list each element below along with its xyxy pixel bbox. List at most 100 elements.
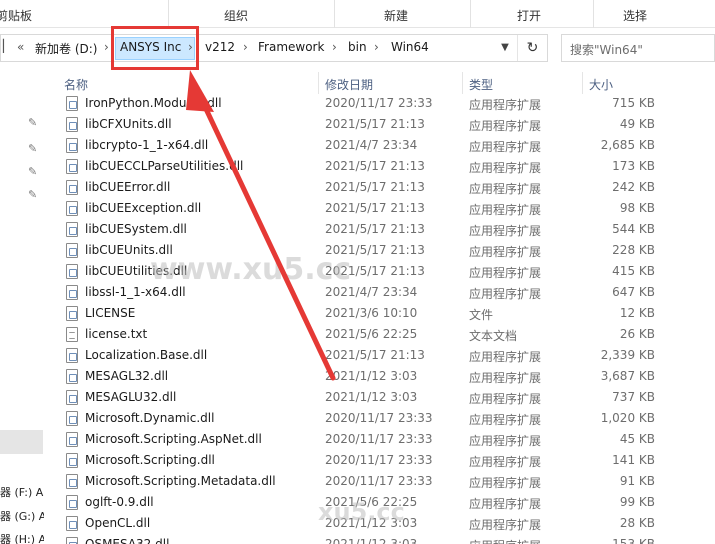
- file-type: 应用程序扩展: [469, 161, 542, 175]
- back-chevron-icon[interactable]: «: [17, 40, 24, 54]
- table-row[interactable]: Localization.Base.dll 2021/5/17 21:13 应用程序…: [56, 345, 715, 366]
- table-row[interactable]: Microsoft.Scripting.AspNet.dll 2020/11/17…: [56, 429, 715, 450]
- file-type: 应用程序扩展: [469, 350, 542, 364]
- file-type: 应用程序扩展: [469, 413, 542, 427]
- file-size: 647 KB: [612, 285, 655, 299]
- table-row[interactable]: libCUEError.dll 2021/5/17 21:13 应用程序扩展 242 …: [56, 177, 715, 198]
- dll-icon: [66, 495, 78, 510]
- file-name: license.txt: [85, 327, 148, 341]
- file-size: 544 KB: [612, 222, 655, 236]
- file-name: IronPython.Modules.dll: [85, 96, 222, 110]
- breadcrumb-framework[interactable]: Framework: [258, 40, 324, 54]
- file-date: 2021/3/6 10:10: [325, 306, 418, 320]
- breadcrumb-bin[interactable]: bin: [348, 40, 367, 54]
- column-divider[interactable]: [318, 72, 319, 94]
- dll-icon: [66, 453, 78, 468]
- table-row[interactable]: Microsoft.Scripting.dll 2020/11/17 23:33 应…: [56, 450, 715, 471]
- chevron-down-icon[interactable]: ▼: [496, 37, 514, 59]
- column-divider[interactable]: [582, 72, 583, 94]
- ribbon-group-organize: 组织: [224, 9, 249, 23]
- file-type: 文本文档: [469, 329, 518, 343]
- ribbon-divider: [168, 0, 169, 28]
- table-row[interactable]: LICENSE 2021/3/6 10:10 文件 12 KB: [56, 303, 715, 324]
- search-input[interactable]: 搜索"Win64": [561, 34, 715, 62]
- breadcrumb-v212[interactable]: v212: [205, 40, 235, 54]
- breadcrumb-win64[interactable]: Win64: [391, 40, 429, 54]
- table-row[interactable]: Microsoft.Scripting.Metadata.dll 2020/11/…: [56, 471, 715, 492]
- table-row[interactable]: MESAGL32.dll 2021/1/12 3:03 应用程序扩展 3,687 KB: [56, 366, 715, 387]
- file-type: 应用程序扩展: [469, 455, 542, 469]
- address-bar[interactable]: ▏ « 新加卷 (D:) › ANSYS Inc › v212 › Framew…: [0, 34, 548, 62]
- file-type: 应用程序扩展: [469, 140, 542, 154]
- file-size: 715 KB: [612, 96, 655, 110]
- refresh-icon[interactable]: ↻: [517, 35, 547, 61]
- column-header-date[interactable]: 修改日期: [325, 76, 373, 93]
- dll-icon: [66, 159, 78, 174]
- file-type: 应用程序扩展: [469, 266, 542, 280]
- breadcrumb-separator-icon[interactable]: ›: [374, 40, 379, 54]
- file-icon: [66, 306, 78, 321]
- file-date: 2021/5/17 21:13: [325, 180, 425, 194]
- table-row[interactable]: libCFXUnits.dll 2021/5/17 21:13 应用程序扩展 49 K…: [56, 114, 715, 135]
- file-name: OSMESA32.dll: [85, 537, 170, 544]
- file-date: 2020/11/17 23:33: [325, 96, 433, 110]
- dll-icon: [66, 180, 78, 195]
- pin-icon[interactable]: ✎: [28, 142, 37, 155]
- nav-drive-g[interactable]: 器 (G:) A: [0, 508, 44, 524]
- folder-icon: ▏: [3, 39, 13, 53]
- file-type: 应用程序扩展: [469, 245, 542, 259]
- table-row[interactable]: license.txt 2021/5/6 22:25 文本文档 26 KB: [56, 324, 715, 345]
- ribbon-group-clipboard: 剪贴板: [0, 9, 33, 23]
- address-row: ▏ « 新加卷 (D:) › ANSYS Inc › v212 › Framew…: [0, 28, 715, 68]
- file-type: 应用程序扩展: [469, 98, 542, 112]
- table-row[interactable]: libcrypto-1_1-x64.dll 2021/4/7 23:34 应用程序扩…: [56, 135, 715, 156]
- file-size: 737 KB: [612, 390, 655, 404]
- table-row[interactable]: Microsoft.Dynamic.dll 2020/11/17 23:33 应用程…: [56, 408, 715, 429]
- breadcrumb-separator-icon[interactable]: ›: [243, 40, 248, 54]
- file-date: 2020/11/17 23:33: [325, 432, 433, 446]
- nav-drive-h[interactable]: 器 (H:) A: [0, 531, 44, 544]
- file-type: 应用程序扩展: [469, 371, 542, 385]
- file-type: 应用程序扩展: [469, 182, 542, 196]
- file-size: 228 KB: [612, 243, 655, 257]
- column-divider[interactable]: [462, 72, 463, 94]
- file-name: libCUEError.dll: [85, 180, 171, 194]
- ribbon-divider: [593, 0, 594, 28]
- file-date: 2021/5/17 21:13: [325, 201, 425, 215]
- navigation-pane: ✎ ✎ ✎ ✎ 器 (F:) AN 器 (G:) A 器 (H:) A: [0, 68, 44, 544]
- file-date: 2021/5/17 21:13: [325, 117, 425, 131]
- nav-drive-f[interactable]: 器 (F:) AN: [0, 484, 44, 500]
- column-header-name[interactable]: 名称: [64, 76, 88, 93]
- table-row[interactable]: libCUEException.dll 2021/5/17 21:13 应用程序扩展…: [56, 198, 715, 219]
- file-type: 应用程序扩展: [469, 203, 542, 217]
- column-header-type[interactable]: 类型: [469, 76, 493, 93]
- column-header-size[interactable]: 大小: [589, 76, 613, 93]
- breadcrumb-drive-d[interactable]: 新加卷 (D:): [35, 40, 97, 57]
- dll-icon: [66, 348, 78, 363]
- pin-icon[interactable]: ✎: [28, 165, 37, 178]
- table-row[interactable]: libCUECCLParseUtilities.dll 2021/5/17 21:…: [56, 156, 715, 177]
- dll-icon: [66, 411, 78, 426]
- file-list: IronPython.Modules.dll 2020/11/17 23:33 应用…: [56, 93, 715, 544]
- table-row[interactable]: IronPython.Modules.dll 2020/11/17 23:33 应用…: [56, 93, 715, 114]
- watermark: www.xu5.cc: [150, 252, 352, 287]
- dll-icon: [66, 243, 78, 258]
- table-row[interactable]: OSMESA32.dll 2021/1/12 3:03 应用程序扩展 153 KB: [56, 534, 715, 544]
- file-name: MESAGLU32.dll: [85, 390, 177, 404]
- file-type: 应用程序扩展: [469, 392, 542, 406]
- file-size: 3,687 KB: [600, 369, 655, 383]
- file-size: 415 KB: [612, 264, 655, 278]
- table-row[interactable]: MESAGLU32.dll 2021/1/12 3:03 应用程序扩展 737 KB: [56, 387, 715, 408]
- file-type: 应用程序扩展: [469, 119, 542, 133]
- nav-selected-item[interactable]: [0, 430, 43, 454]
- pin-icon[interactable]: ✎: [28, 188, 37, 201]
- pin-icon[interactable]: ✎: [28, 116, 37, 129]
- table-row[interactable]: libCUESystem.dll 2021/5/17 21:13 应用程序扩展 544…: [56, 219, 715, 240]
- breadcrumb-separator-icon[interactable]: ›: [104, 40, 109, 54]
- file-name: Localization.Base.dll: [85, 348, 208, 362]
- file-date: 2021/4/7 23:34: [325, 285, 418, 299]
- file-size: 141 KB: [612, 453, 655, 467]
- file-name: libCUEException.dll: [85, 201, 202, 215]
- breadcrumb-separator-icon[interactable]: ›: [332, 40, 337, 54]
- file-size: 2,339 KB: [600, 348, 655, 362]
